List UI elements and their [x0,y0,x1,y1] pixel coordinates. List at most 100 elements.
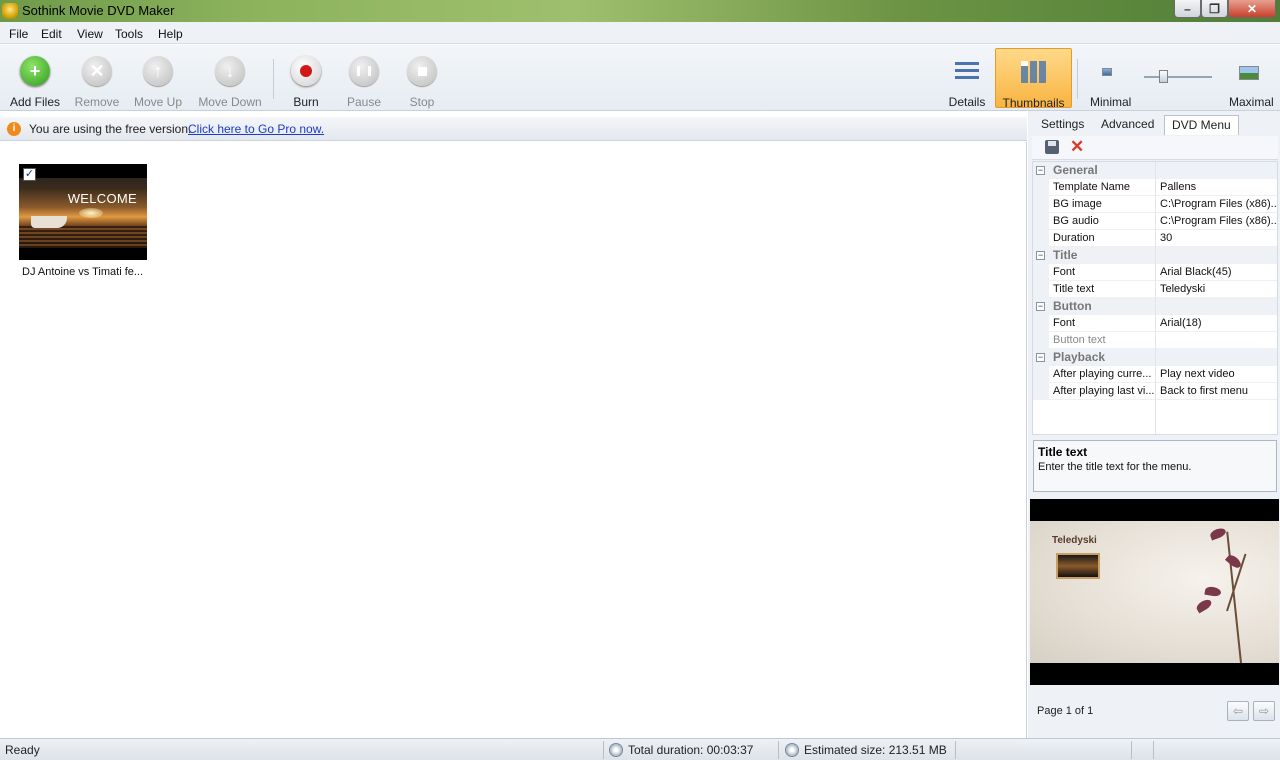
collapse-icon[interactable]: − [1036,251,1045,260]
tab-settings[interactable]: Settings [1034,115,1091,135]
remove-x-icon: ✕ [82,56,112,86]
remove-button[interactable]: ✕ Remove [72,45,122,111]
row-gutter [1033,230,1049,247]
row-gutter [1033,332,1049,349]
move-down-button[interactable]: ↓ Move Down [194,45,266,111]
save-icon[interactable] [1045,140,1059,154]
prop-key: Template Name [1053,181,1131,193]
list-view-icon [955,62,979,82]
prev-page-button[interactable]: ⇦ [1227,701,1249,721]
prop-value[interactable]: Play next video [1160,368,1276,380]
prop-value[interactable]: Arial Black(45) [1160,266,1276,278]
title-bar: Sothink Movie DVD Maker – ❐ ✕ [0,0,1280,22]
tab-dvd-menu[interactable]: DVD Menu [1164,115,1239,135]
minimal-size-icon [1102,68,1112,76]
free-version-text: You are using the free version. [29,122,192,136]
thumbnail-sunset [79,208,103,218]
video-select-checkbox[interactable]: ✓ [23,168,36,181]
video-thumbnail[interactable]: WELCOME ✓ [19,164,147,260]
pause-button[interactable]: Pause [342,45,386,111]
category-label: Playback [1053,350,1106,364]
category-label: Title [1053,248,1078,262]
status-separator [1153,741,1154,759]
toolbar-separator-2 [1077,59,1078,99]
panel-tabs: Settings Advanced DVD Menu [1028,115,1280,135]
properties-panel: Settings Advanced DVD Menu ✕ − General T… [1028,111,1280,738]
window-title: Sothink Movie DVD Maker [22,3,175,18]
menu-bar: File Edit View Tools Help [0,22,1280,44]
record-icon [291,56,321,86]
property-grid: − General Template Name Pallens BG image… [1032,161,1278,435]
thumbnail-size-slider-track[interactable] [1144,76,1212,78]
minimize-button[interactable]: – [1174,0,1201,18]
status-bar: Ready Total duration: 00:03:37 Estimated… [0,738,1280,760]
next-page-button[interactable]: ⇨ [1253,701,1275,721]
burn-label: Burn [293,95,319,109]
app-logo-icon [2,3,18,19]
row-gutter [1033,315,1049,332]
row-gutter [1033,179,1049,196]
row-gutter [1033,264,1049,281]
go-pro-link[interactable]: Click here to Go Pro now. [188,122,324,136]
preview-leaf [1194,597,1214,614]
toolbar-separator [273,59,274,99]
prop-value[interactable]: Back to first menu [1160,385,1276,397]
move-up-label: Move Up [133,95,183,109]
row-gutter [1033,196,1049,213]
status-separator [1131,741,1132,759]
stop-button[interactable]: Stop [400,45,444,111]
help-title: Title text [1038,445,1088,459]
menu-tools[interactable]: Tools [115,27,143,41]
menu-template-toolbar: ✕ [1032,136,1278,160]
file-thumbnail-area[interactable]: WELCOME ✓ DJ Antoine vs Timati fe... [0,142,1027,738]
video-file-name: DJ Antoine vs Timati fe... [22,266,144,278]
thumbnail-water [19,226,147,248]
prop-key: Font [1053,317,1076,329]
add-files-button[interactable]: + Add Files [8,45,62,111]
move-up-button[interactable]: ↑ Move Up [130,45,186,111]
grid-column-separator [1155,162,1156,434]
menu-view[interactable]: View [77,27,103,41]
delete-x-icon[interactable]: ✕ [1070,137,1084,157]
thumbnail-overlay-text: WELCOME [67,191,137,206]
collapse-icon[interactable]: − [1036,353,1045,362]
menu-help[interactable]: Help [158,27,183,41]
maximize-button[interactable]: ❐ [1201,0,1228,18]
estimated-size: Estimated size: 213.51 MB [804,743,947,757]
maximal-size-icon [1239,66,1259,80]
burn-button[interactable]: Burn [284,45,328,111]
thumbnail-boat [31,216,67,228]
preview-branch [1226,531,1242,663]
details-view-button[interactable]: Details [944,48,990,109]
category-label: General [1053,163,1098,177]
info-icon: i [7,122,21,136]
prop-value[interactable]: C:\Program Files (x86)... [1160,198,1276,210]
property-help-box: Title text Enter the title text for the … [1033,440,1277,492]
prop-value[interactable]: Pallens [1160,181,1276,193]
collapse-icon[interactable]: − [1036,302,1045,311]
prop-value[interactable]: 30 [1160,232,1276,244]
help-description: Enter the title text for the menu. [1038,461,1192,473]
tab-advanced[interactable]: Advanced [1094,115,1161,135]
menu-edit[interactable]: Edit [41,27,62,41]
pause-icon [349,56,379,86]
add-files-label: Add Files [9,95,61,109]
thumbnails-view-button[interactable]: Thumbnails [995,48,1072,110]
prop-key: BG audio [1053,215,1099,227]
stop-icon [407,56,437,86]
remove-label: Remove [74,95,120,109]
prop-value[interactable]: Teledyski [1160,283,1276,295]
collapse-icon[interactable]: − [1036,166,1045,175]
page-indicator: Page 1 of 1 [1037,705,1094,717]
menu-file[interactable]: File [9,27,28,41]
prop-value[interactable]: Arial(18) [1160,317,1276,329]
prop-key: After playing curre... [1053,368,1152,380]
preview-title-text: Teledyski [1052,535,1097,546]
row-gutter [1033,213,1049,230]
category-label: Button [1053,299,1092,313]
prop-value[interactable]: C:\Program Files (x86)... [1160,215,1276,227]
thumbnail-size-slider-handle[interactable] [1158,70,1168,83]
close-button[interactable]: ✕ [1228,0,1276,18]
prop-key: After playing last vi... [1053,385,1155,397]
clock-icon [609,743,623,757]
